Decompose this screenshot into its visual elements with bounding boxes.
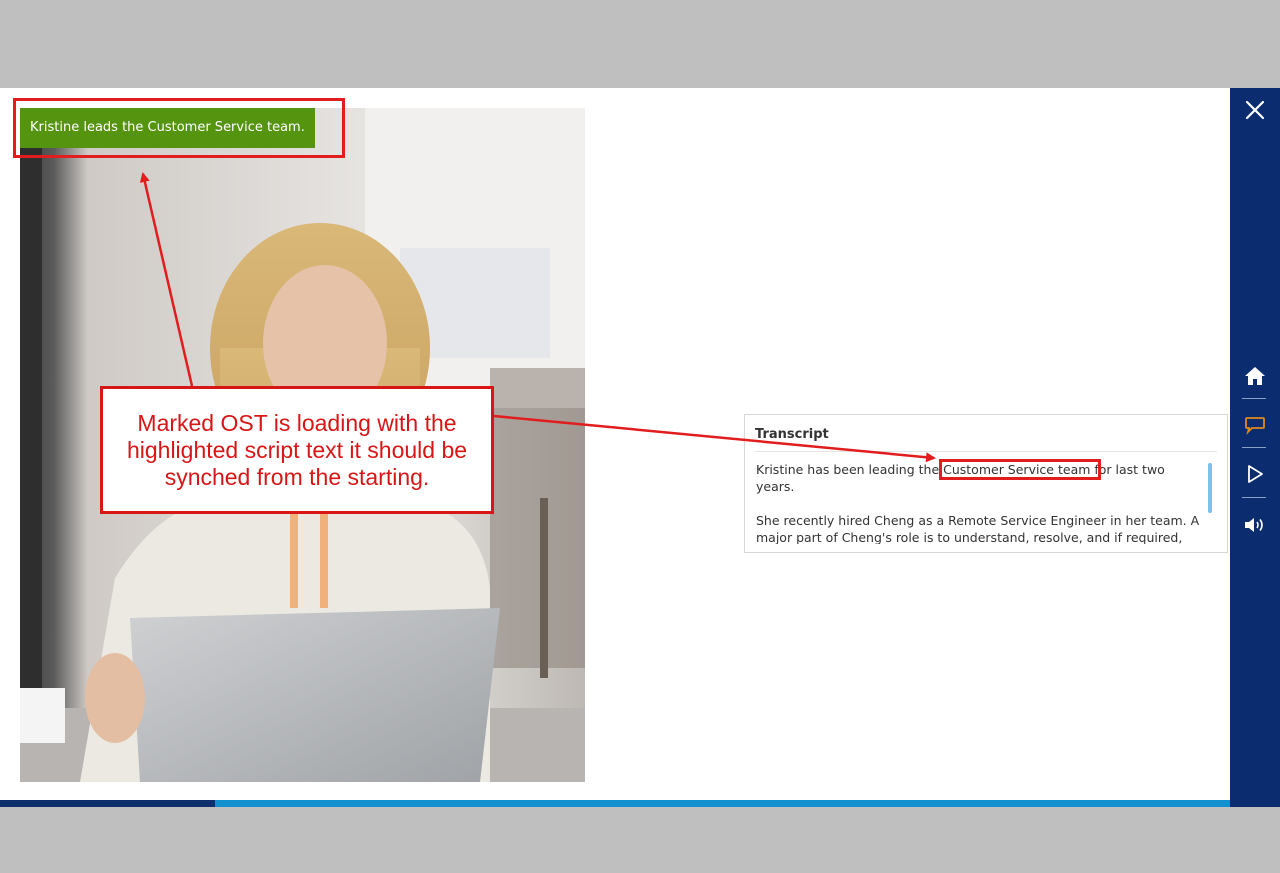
transcript-divider (755, 451, 1217, 452)
progress-fill (0, 800, 216, 807)
close-button[interactable] (1230, 88, 1280, 132)
annotation-callout: Marked OST is loading with the highlight… (100, 386, 494, 514)
transcript-title: Transcript (755, 427, 829, 442)
sidebar-divider (1242, 497, 1266, 498)
annotation-ost-box (13, 98, 345, 158)
sidebar-divider (1242, 447, 1266, 448)
volume-icon (1245, 518, 1263, 532)
transcript-icon (1245, 417, 1265, 435)
transcript-scrollbar[interactable] (1208, 463, 1212, 513)
progress-bar[interactable] (0, 800, 1230, 807)
player-sidebar (1230, 88, 1280, 807)
volume-button[interactable] (1230, 503, 1280, 547)
sidebar-divider (1242, 398, 1266, 399)
play-button[interactable] (1230, 452, 1280, 496)
transcript-panel: Transcript Kristine has been leading the… (744, 414, 1228, 553)
close-icon (1245, 100, 1265, 120)
home-button[interactable] (1230, 354, 1280, 398)
home-icon (1245, 367, 1265, 385)
transcript-button[interactable] (1230, 403, 1280, 447)
annotation-transcript-box (939, 459, 1101, 480)
transcript-paragraph: She recently hired Cheng as a Remote Ser… (756, 513, 1200, 544)
transcript-text: Kristine has been leading the (756, 462, 944, 477)
play-icon (1248, 465, 1263, 483)
